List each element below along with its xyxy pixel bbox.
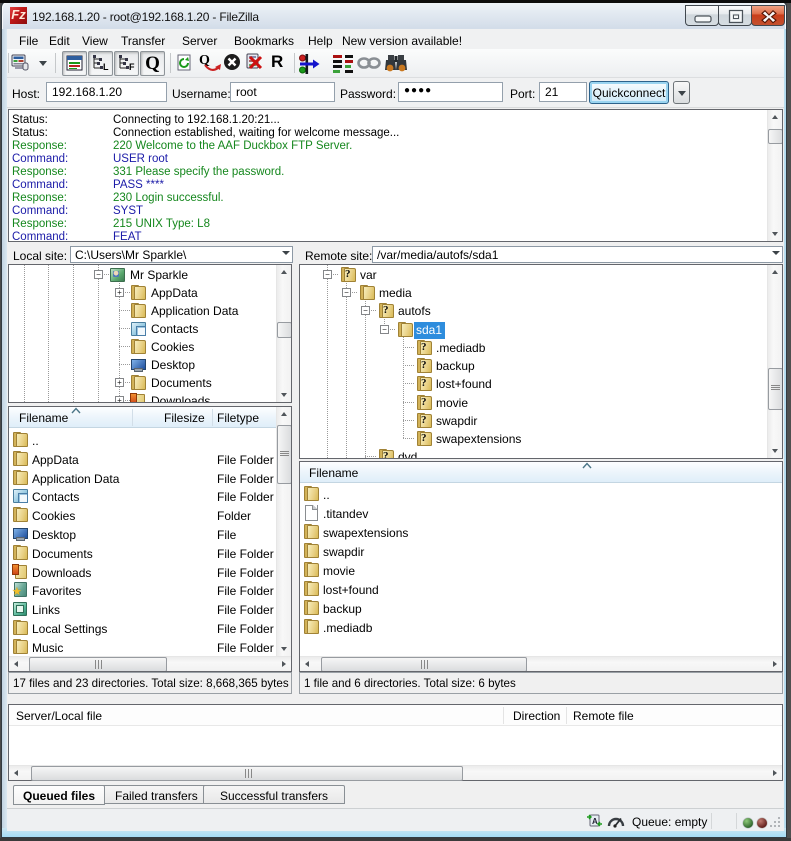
svg-text:A: A	[592, 817, 598, 826]
svg-text:L: L	[103, 62, 109, 72]
svg-text:F: F	[129, 62, 135, 72]
